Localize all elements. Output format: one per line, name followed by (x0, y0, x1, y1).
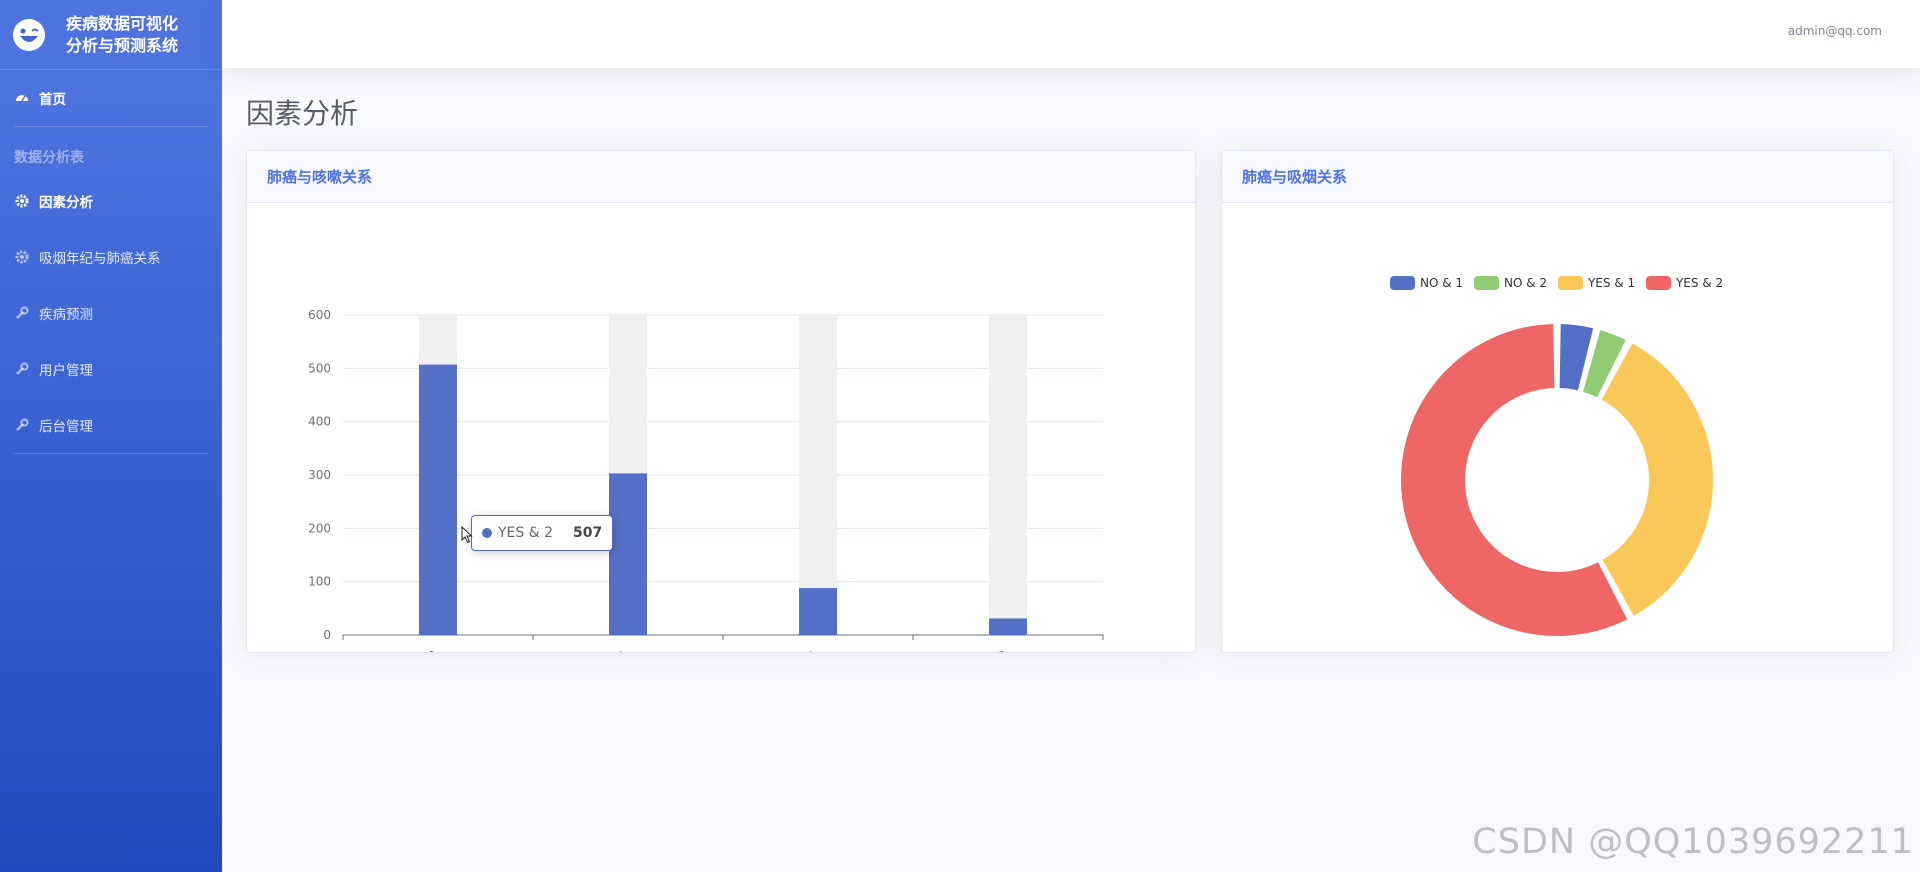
y-tick-label: 200 (308, 521, 331, 535)
sidebar-item-home[interactable]: 首页 (0, 70, 222, 126)
legend-swatch (1646, 276, 1671, 290)
gear-icon (15, 194, 29, 208)
bar-chart[interactable]: 0 100 200 300 400 500 600 YES & 2 YES & 1 NO & 1 N… (247, 203, 1195, 684)
cough-chart-card: 肺癌与咳嗽关系 0100200300400500600YES & 2YES & … (246, 150, 1196, 684)
legend-label: NO & 1 (1420, 276, 1463, 290)
sidebar-item-label: 疾病预测 (39, 307, 93, 323)
brand-line2: 分析与预测系统 (66, 35, 179, 55)
tooltip-label: YES & 2 (498, 525, 554, 541)
bar-background (799, 315, 837, 635)
brand[interactable]: 疾病数据可视化 分析与预测系统 (0, 0, 222, 70)
gear-icon (15, 250, 29, 264)
legend-swatch (1474, 276, 1499, 290)
legend-swatch (1558, 276, 1583, 290)
bar (609, 473, 647, 635)
y-tick-label: 600 (308, 308, 331, 322)
sidebar-item-factor-analysis[interactable]: 因素分析 (0, 173, 222, 229)
x-tick-label: YES & 1 (581, 647, 630, 652)
user-email[interactable]: admin@qq.com (1788, 24, 1882, 38)
y-tick-label: 100 (308, 575, 331, 589)
bar (989, 618, 1027, 635)
bar (419, 364, 457, 635)
bar-background (989, 315, 1027, 635)
wrench-icon (15, 418, 29, 432)
wrench-icon (15, 306, 29, 320)
donut-slice (1599, 341, 1715, 619)
sidebar-item-admin[interactable]: 后台管理 (0, 397, 222, 453)
sidebar-divider (14, 453, 208, 454)
card-title: 肺癌与咳嗽关系 (247, 151, 1195, 203)
sidebar-item-disease-prediction[interactable]: 疾病预测 (0, 285, 222, 341)
sidebar-item-label: 吸烟年纪与肺癌关系 (39, 251, 161, 267)
sidebar: 疾病数据可视化 分析与预测系统 首页 数据分析表 因素分析 吸烟年纪与肺癌关系 … (0, 0, 222, 872)
y-tick-label: 300 (308, 468, 331, 482)
donut-chart[interactable]: NO & 1 NO & 2 YES & 1 YES & 2 (1222, 203, 1893, 652)
y-tick-label: 500 (308, 361, 331, 375)
cursor-icon (461, 526, 473, 544)
wrench-icon (15, 362, 29, 376)
smoking-chart-card: 肺癌与吸烟关系 NO & 1 NO & 2 YES & 1 YES & 2 (1221, 150, 1894, 653)
watermark: CSDN @QQ1039692211 (1472, 822, 1914, 862)
card-title: 肺癌与吸烟关系 (1222, 151, 1893, 203)
sidebar-item-smoking-age[interactable]: 吸烟年纪与肺癌关系 (0, 229, 222, 285)
tooltip-value: 507 (573, 525, 603, 541)
chart-tooltip: YES & 2 507 (471, 515, 614, 551)
sidebar-item-label: 首页 (39, 92, 66, 108)
sidebar-item-label: 因素分析 (39, 195, 93, 211)
legend-label: YES & 2 (1675, 276, 1723, 290)
y-tick-label: 400 (308, 415, 331, 429)
legend-label: YES & 1 (1587, 276, 1635, 290)
page-title: 因素分析 (246, 97, 359, 130)
y-tick-label: 0 (323, 628, 331, 642)
dashboard-icon (15, 91, 29, 105)
x-tick-label: NO & 2 (965, 647, 1009, 652)
legend-swatch (1390, 276, 1415, 290)
topbar: admin@qq.com (222, 0, 1920, 68)
sidebar-item-label: 用户管理 (39, 363, 93, 379)
laugh-wink-icon (13, 18, 45, 51)
legend-label: NO & 2 (1504, 276, 1547, 290)
tooltip-dot (482, 528, 492, 538)
sidebar-heading: 数据分析表 (14, 150, 84, 166)
x-tick-label: YES & 2 (391, 647, 440, 652)
sidebar-item-user-management[interactable]: 用户管理 (0, 341, 222, 397)
sidebar-item-label: 后台管理 (39, 419, 93, 435)
x-tick-label: NO & 1 (775, 647, 819, 652)
brand-line1: 疾病数据可视化 (66, 13, 179, 33)
bar (799, 588, 837, 635)
